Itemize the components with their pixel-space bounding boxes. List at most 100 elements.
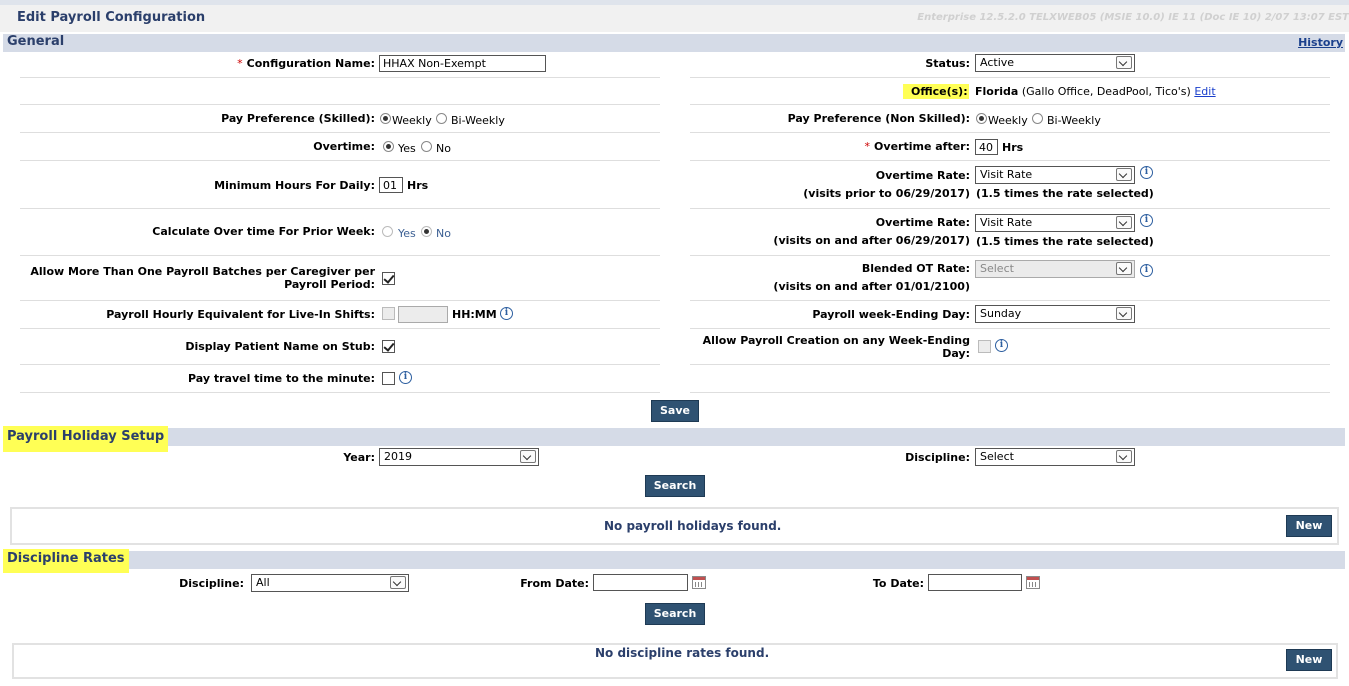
holiday-new-button[interactable]: New: [1286, 515, 1332, 537]
allow-any-week-label-1: Allow Payroll Creation on any Week-Endin…: [702, 334, 970, 347]
offices-label: Office(s):: [903, 84, 969, 99]
ot-rate-after-sublabel: (visits on and after 06/29/2017): [773, 234, 970, 247]
pay-travel-label: Pay travel time to the minute:: [187, 372, 375, 385]
calc-ot-no-radio[interactable]: [421, 226, 432, 237]
week-ending-select[interactable]: Sunday: [975, 305, 1135, 323]
ot-rate-after-label: Overtime Rate:: [875, 216, 970, 229]
rates-discipline-label: Discipline:: [179, 577, 244, 590]
calc-ot-yes-text: Yes: [398, 227, 416, 240]
holiday-discipline-select[interactable]: Select: [975, 448, 1135, 466]
pay-pref-skilled-weekly-radio[interactable]: [380, 113, 391, 124]
overtime-after-label: * Overtime after:: [864, 140, 970, 153]
pay-travel-checkbox[interactable]: [382, 372, 395, 385]
overtime-no-text: No: [436, 142, 451, 155]
blended-ot-sublabel: (visits on and after 01/01/2100): [773, 280, 970, 293]
info-icon[interactable]: i: [399, 371, 412, 384]
row-divider: [690, 255, 1330, 256]
calendar-icon[interactable]: [692, 576, 706, 589]
pay-pref-skilled-label: Pay Preference (Skilled):: [221, 112, 375, 125]
offices-edit-link[interactable]: Edit: [1194, 85, 1215, 98]
row-divider: [20, 160, 660, 161]
rates-empty-text: No discipline rates found.: [595, 646, 770, 660]
min-hours-label: Minimum Hours For Daily:: [214, 179, 375, 192]
row-divider: [20, 328, 660, 329]
calc-ot-prior-label: Calculate Over time For Prior Week:: [152, 225, 375, 238]
row-divider: [20, 208, 660, 209]
row-divider: [690, 300, 1330, 301]
chevron-down-icon: [390, 576, 406, 589]
info-icon[interactable]: i: [1140, 166, 1153, 179]
min-hours-unit: Hrs: [407, 179, 429, 192]
overtime-after-input[interactable]: [975, 139, 998, 155]
pay-pref-skilled-biweekly-radio[interactable]: [436, 113, 447, 124]
row-divider: [20, 300, 660, 301]
min-hours-input[interactable]: [379, 177, 403, 193]
pay-pref-nonskilled-biweekly-text: Bi-Weekly: [1047, 114, 1101, 127]
holiday-section-title: Payroll Holiday Setup: [3, 426, 169, 452]
holiday-year-label: Year:: [343, 451, 375, 464]
rates-new-button[interactable]: New: [1286, 649, 1332, 671]
overtime-yes-radio[interactable]: [383, 141, 394, 152]
history-link[interactable]: History: [1298, 36, 1343, 49]
holiday-section-bar: [3, 428, 1345, 446]
to-date-input[interactable]: [928, 574, 1022, 591]
rates-discipline-select[interactable]: All: [251, 574, 409, 592]
pay-pref-skilled-biweekly-text: Bi-Weekly: [451, 114, 505, 127]
info-icon[interactable]: i: [1140, 214, 1153, 227]
header-top-line: [0, 0, 1349, 5]
overtime-yes-text: Yes: [398, 142, 416, 155]
hourly-equiv-unit: HH:MM: [452, 308, 497, 321]
pay-pref-nonskilled-weekly-radio[interactable]: [976, 113, 987, 124]
hourly-equiv-input[interactable]: [398, 306, 448, 323]
info-icon[interactable]: i: [995, 339, 1008, 352]
ot-rate-prior-sublabel: (visits prior to 06/29/2017): [803, 187, 970, 200]
ot-rate-prior-select[interactable]: Visit Rate: [975, 166, 1135, 184]
holiday-year-select[interactable]: 2019: [379, 448, 539, 466]
hourly-equiv-label: Payroll Hourly Equivalent for Live-In Sh…: [106, 308, 375, 321]
allow-multi-label-2: Payroll Period:: [284, 278, 375, 291]
holiday-discipline-label: Discipline:: [905, 451, 970, 464]
row-divider: [20, 392, 660, 393]
overtime-no-radio[interactable]: [421, 141, 432, 152]
to-date-label: To Date:: [872, 577, 924, 590]
overtime-label: Overtime:: [313, 140, 375, 153]
allow-any-week-label-2: Day:: [942, 347, 970, 360]
from-date-input[interactable]: [593, 574, 688, 591]
row-divider: [690, 160, 1330, 161]
ot-rate-after-note: (1.5 times the rate selected): [976, 235, 1154, 248]
config-name-input[interactable]: [379, 55, 546, 72]
from-date-label: From Date:: [520, 577, 589, 590]
blended-ot-select[interactable]: Select: [975, 260, 1135, 278]
allow-multi-checkbox[interactable]: [382, 272, 395, 285]
info-icon[interactable]: i: [500, 307, 513, 320]
chevron-down-icon: [1116, 168, 1132, 181]
calc-ot-yes-radio[interactable]: [382, 226, 393, 237]
ot-rate-prior-label: Overtime Rate:: [875, 169, 970, 182]
display-patient-checkbox[interactable]: [382, 340, 395, 353]
config-name-label: * Configuration Name:: [237, 57, 375, 70]
row-divider: [690, 364, 1330, 365]
row-divider: [690, 328, 1330, 329]
general-section-title: General: [7, 34, 65, 49]
pay-pref-skilled-weekly-text: Weekly: [392, 114, 432, 127]
general-section-bar: General: [3, 34, 1345, 52]
calendar-icon[interactable]: [1026, 576, 1040, 589]
status-label: Status:: [925, 57, 970, 70]
info-icon[interactable]: i: [1140, 264, 1153, 277]
week-ending-label: Payroll week-Ending Day:: [812, 308, 970, 321]
row-divider: [20, 104, 660, 105]
holiday-search-button[interactable]: Search: [645, 475, 705, 497]
allow-any-week-checkbox[interactable]: [978, 340, 991, 353]
pay-pref-nonskilled-biweekly-radio[interactable]: [1032, 113, 1043, 124]
rates-section-bar: [3, 551, 1345, 569]
row-divider: [690, 392, 1330, 393]
rates-search-button[interactable]: Search: [645, 603, 705, 625]
row-divider: [690, 208, 1330, 209]
save-button[interactable]: Save: [651, 400, 699, 422]
row-divider: [20, 132, 660, 133]
hourly-equiv-checkbox[interactable]: [382, 307, 395, 320]
ot-rate-after-select[interactable]: Visit Rate: [975, 214, 1135, 232]
status-select[interactable]: Active: [975, 54, 1135, 72]
ot-rate-prior-note: (1.5 times the rate selected): [976, 187, 1154, 200]
row-divider: [690, 77, 1330, 78]
